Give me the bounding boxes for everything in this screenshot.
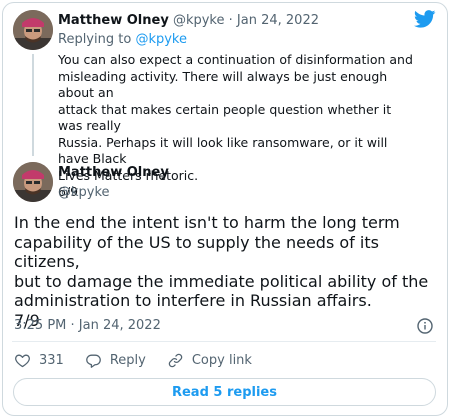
like-count: 331 [39,353,64,368]
reply-icon [85,354,101,368]
divider [12,341,436,342]
replying-to: Replying to @kpyke [58,31,418,48]
author-handle[interactable]: @kpyke [58,184,169,201]
link-icon [168,353,183,368]
separator: · [228,13,233,28]
main-tweet-header: Matthew Olney @kpyke [58,164,169,201]
tweet-date[interactable]: Jan 24, 2022 [237,13,319,28]
reply-button[interactable]: Reply [85,352,146,369]
replying-prefix: Replying to [58,32,132,47]
copy-link-button[interactable]: Copy link [167,352,252,369]
avatar[interactable] [13,10,53,50]
heart-icon [15,354,30,368]
reply-header: Matthew Olney @kpyke · Jan 24, 2022 [58,12,418,29]
read-replies-button[interactable]: Read 5 replies [13,378,436,406]
thread-connector [32,54,34,156]
avatar[interactable] [13,162,53,202]
tweet-timestamp[interactable]: 3:25 PM · Jan 24, 2022 [14,318,161,333]
action-bar: 331 Reply Copy link [14,352,273,369]
author-name[interactable]: Matthew Olney [58,164,169,181]
like-button[interactable]: 331 [14,352,64,369]
reply-label: Reply [109,353,146,368]
info-icon[interactable] [417,318,433,334]
copy-link-label: Copy link [191,353,252,368]
author-name[interactable]: Matthew Olney [58,13,169,28]
replying-to-link[interactable]: @kpyke [135,32,187,47]
author-handle[interactable]: @kpyke [173,13,225,28]
main-tweet-text: In the end the intent isn't to harm the … [14,213,429,330]
